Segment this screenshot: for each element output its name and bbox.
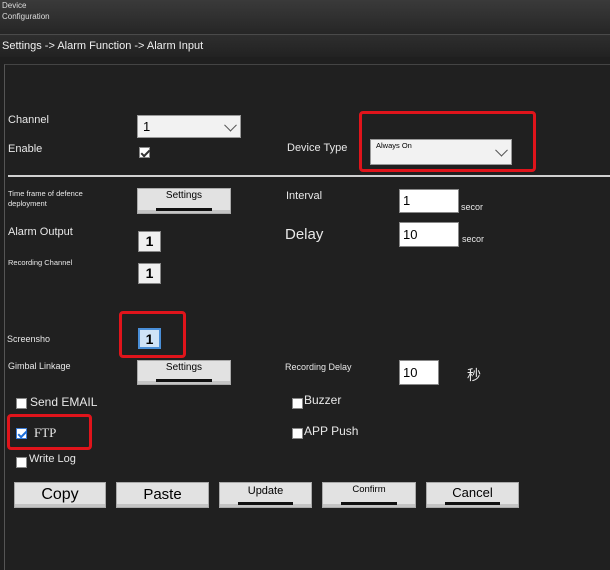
ftp-checkbox[interactable] [16, 428, 27, 439]
device-type-select[interactable]: Always On [370, 139, 512, 165]
button-underline [238, 502, 293, 505]
device-type-value: Always On [376, 141, 412, 150]
delay-label: Delay [285, 226, 324, 243]
recording-delay-label: Recording Delay [285, 362, 352, 372]
channel-value: 1 [143, 119, 151, 134]
interval-unit: secor [461, 202, 484, 212]
paste-label: Paste [143, 486, 182, 503]
section-divider [8, 175, 610, 177]
recording-delay-unit: 秒 [467, 367, 481, 383]
enable-checkbox[interactable] [139, 147, 150, 158]
channel-label: Channel [8, 114, 49, 126]
screenshot-chip[interactable]: 1 [138, 328, 161, 349]
button-underline [445, 502, 500, 505]
button-underline [341, 502, 397, 505]
gimbal-settings-label: Settings [165, 362, 203, 373]
update-label: Update [247, 485, 284, 497]
delay-unit: secor [462, 234, 485, 244]
send-email-checkbox[interactable] [16, 398, 27, 409]
chevron-down-icon [495, 143, 508, 157]
time-frame-label: Time frame of defence deployment [8, 189, 83, 208]
gimbal-linkage-label: Gimbal Linkage [8, 361, 71, 371]
enable-label: Enable [8, 143, 43, 155]
write-log-label: Write Log [29, 453, 76, 465]
confirm-label: Confirm [352, 484, 386, 495]
recording-channel-label: Recording Channel [8, 258, 73, 267]
write-log-checkbox[interactable] [16, 457, 27, 468]
app-push-label: APP Push [304, 424, 359, 438]
screenshot-label: Screensho [7, 334, 51, 344]
time-frame-settings-label: Settings [165, 190, 203, 201]
alarm-output-label: Alarm Output [8, 226, 73, 238]
channel-select[interactable]: 1 [137, 115, 241, 138]
button-underline [156, 208, 212, 211]
delay-input[interactable]: 10 [399, 222, 459, 247]
paste-button[interactable]: Paste [116, 482, 209, 508]
cancel-button[interactable]: Cancel [426, 482, 519, 508]
window-title: Device Configuration [2, 1, 50, 21]
ftp-label: FTP [34, 425, 57, 440]
buzzer-label: Buzzer [304, 393, 342, 407]
cancel-label: Cancel [452, 485, 493, 500]
app-push-checkbox[interactable] [292, 428, 303, 439]
time-frame-settings-button[interactable]: Settings [137, 188, 231, 214]
copy-button[interactable]: Copy [14, 482, 106, 508]
interval-input[interactable]: 1 [399, 189, 459, 213]
device-type-label: Device Type [287, 142, 348, 154]
recording-channel-chip[interactable]: 1 [138, 263, 161, 284]
recording-delay-input[interactable]: 10 [399, 360, 439, 385]
gimbal-settings-button[interactable]: Settings [137, 360, 231, 385]
update-button[interactable]: Update [219, 482, 312, 508]
buzzer-checkbox[interactable] [292, 398, 303, 409]
window-titlebar [0, 0, 610, 35]
alarm-output-chip[interactable]: 1 [138, 231, 161, 252]
confirm-button[interactable]: Confirm [322, 482, 416, 508]
copy-label: Copy [41, 486, 79, 503]
breadcrumb: Settings -> Alarm Function -> Alarm Inpu… [0, 35, 610, 57]
chevron-down-icon [224, 118, 237, 132]
interval-label: Interval [286, 190, 323, 202]
button-underline [156, 379, 212, 382]
send-email-label: Send EMAIL [30, 395, 98, 409]
